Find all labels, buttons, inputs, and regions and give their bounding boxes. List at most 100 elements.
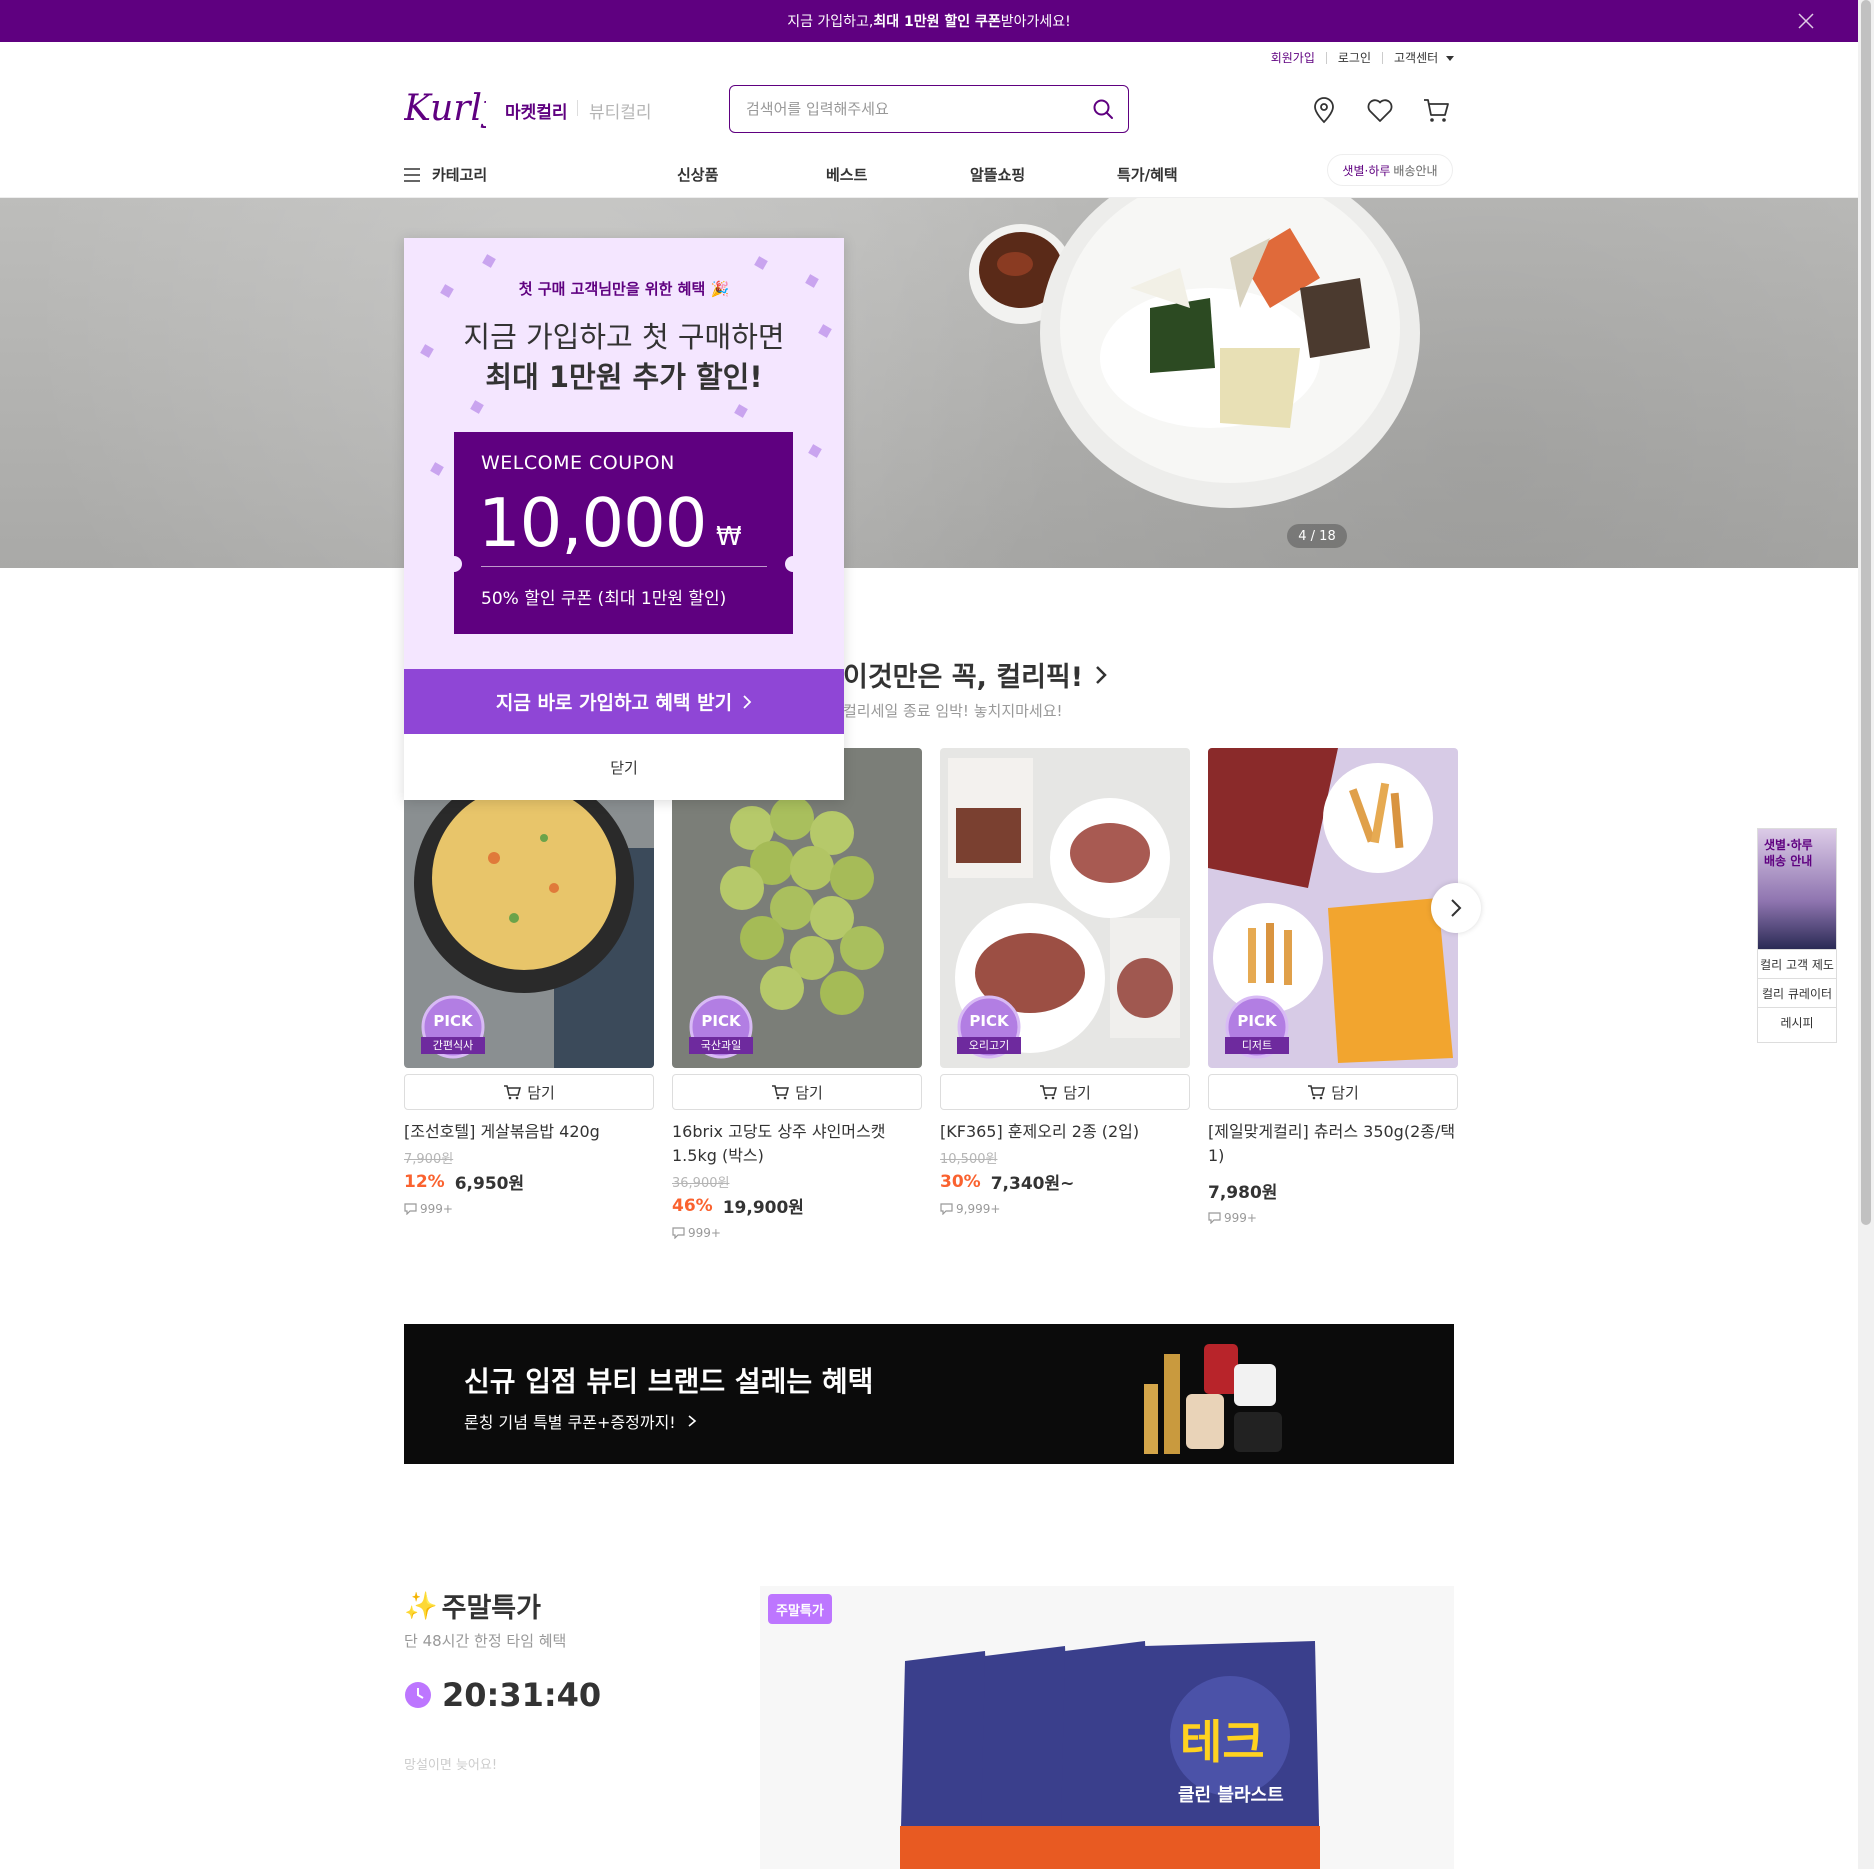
beauty-promo-banner[interactable]: 신규 입점 뷰티 브랜드 설레는 혜택 론칭 기념 특별 쿠폰+증정까지! (404, 1324, 1454, 1464)
speech-bubble-icon (940, 1203, 953, 1215)
add-to-cart-label: 담기 (1331, 1083, 1359, 1102)
product-name[interactable]: [조선호텔] 게살볶음밥 420g (404, 1120, 654, 1144)
speech-bubble-icon (1208, 1212, 1221, 1224)
chevron-right-icon (688, 1415, 697, 1427)
original-price: 36,900원 (672, 1176, 730, 1191)
side-link-customer-benefits[interactable]: 컬리 고객 제도 (1758, 949, 1836, 978)
heart-icon[interactable] (1365, 95, 1395, 125)
top-promo-banner[interactable]: 지금 가입하고, 최대 1만원 할인 쿠폰 받아가세요! (0, 0, 1858, 42)
chevron-right-icon (743, 694, 752, 709)
pick-badge-tag: 디저트 (1241, 1039, 1273, 1052)
add-to-cart-button[interactable]: 담기 (404, 1074, 654, 1110)
pick-badge-label: PICK (433, 1012, 473, 1030)
original-price: 7,900원 (404, 1152, 454, 1167)
beauty-banner-subtitle: 론칭 기념 특별 쿠폰+증정까지! (464, 1409, 697, 1433)
beauty-banner-title: 신규 입점 뷰티 브랜드 설레는 혜택 (464, 1365, 874, 1398)
weekend-section-title: ✨ 주말특가 (404, 1586, 541, 1625)
price-row: 30% 7,340원~ (940, 1169, 1190, 1195)
review-count: 999+ (404, 1202, 654, 1216)
review-count: 9,999+ (940, 1202, 1190, 1216)
side-delivery-image[interactable]: 샛별·하루 배송 안내 (1758, 829, 1836, 949)
confetti (482, 254, 496, 268)
product-card[interactable]: PICK 국산과일 담기 16brix 고당도 상주 샤인머스캣 1.5kg (… (672, 748, 922, 1240)
detergent-line-text: 클린 블라스트 (1178, 1785, 1284, 1806)
popup-close-button[interactable]: 닫기 (404, 734, 844, 800)
tab-market-kurly[interactable]: 마켓컬리 (505, 98, 568, 123)
speech-bubble-icon (672, 1227, 685, 1239)
countdown-timer: 20:31:40 (404, 1676, 601, 1714)
cart-icon (1040, 1085, 1058, 1100)
product-image[interactable]: PICK 오리고기 (940, 748, 1190, 1068)
chevron-right-icon (1096, 665, 1107, 684)
pick-badge-tag: 간편식사 (432, 1039, 474, 1052)
location-pin-icon[interactable] (1309, 95, 1339, 125)
detergent-brand-text: 테크 (1180, 1715, 1265, 1769)
weekend-note: 망설이면 늦어요! (404, 1758, 498, 1773)
review-count: 999+ (1208, 1211, 1458, 1225)
tab-beauty-kurly[interactable]: 뷰티컬리 (589, 98, 652, 123)
weekend-title-text: 주말특가 (441, 1593, 541, 1624)
product-card[interactable]: PICK 오리고기 담기 [KF365] 훈제오리 2종 (2입) 10,500… (940, 748, 1190, 1216)
weekend-subtitle: 단 48시간 한정 타임 혜택 (404, 1632, 567, 1650)
pick-badge-label: PICK (969, 1012, 1009, 1030)
kurly-logo[interactable]: Kurly (404, 84, 486, 132)
signup-benefit-label: 지금 바로 가입하고 혜택 받기 (495, 692, 733, 714)
beauty-banner-subtitle-text: 론칭 기념 특별 쿠폰+증정까지! (464, 1413, 676, 1432)
nav-new-products[interactable]: 신상품 (677, 164, 718, 185)
add-to-cart-label: 담기 (1063, 1083, 1091, 1102)
sale-price: 6,950원 (454, 1174, 525, 1194)
weekend-product-card[interactable]: 주말특가 테크 클린 블라스트 (760, 1586, 1454, 1869)
cosmetics-image (1144, 1344, 1282, 1454)
review-count-text: 999+ (1224, 1211, 1257, 1225)
cart-icon (504, 1085, 522, 1100)
product-name[interactable]: 16brix 고당도 상주 샤인머스캣 1.5kg (박스) (672, 1120, 922, 1168)
scrollbar-thumb[interactable] (1861, 0, 1871, 1225)
sale-price: 7,980원 (1208, 1183, 1278, 1203)
coupon-currency: ₩ (716, 522, 742, 552)
product-card[interactable]: PICK 간편식사 담기 [조선호텔] 게살볶음밥 420g 7,900원 12… (404, 748, 654, 1216)
top-banner-text-prefix: 지금 가입하고, (787, 14, 874, 30)
picks-title-text: 이것만은 꼭, 컬리픽! (843, 662, 1084, 693)
tab-divider (577, 100, 578, 116)
picks-section-title[interactable]: 이것만은 꼭, 컬리픽! (843, 655, 1109, 694)
product-name[interactable]: [KF365] 훈제오리 2종 (2입) (940, 1120, 1190, 1144)
search-icon[interactable] (1092, 98, 1114, 120)
side-link-curator[interactable]: 컬리 큐레이터 (1758, 978, 1836, 1007)
hero-carousel[interactable]: 4 / 18 (0, 198, 1858, 568)
side-link-recipe[interactable]: 레시피 (1758, 1007, 1836, 1036)
signup-link[interactable]: 회원가입 (1260, 52, 1327, 64)
add-to-cart-button[interactable]: 담기 (1208, 1074, 1458, 1110)
review-count-text: 999+ (688, 1226, 721, 1240)
search-input[interactable] (744, 99, 1092, 119)
product-name[interactable]: [제일맞게컬리] 츄러스 350g(2종/택 1) (1208, 1120, 1458, 1168)
pick-badge-label: PICK (701, 1012, 741, 1030)
cart-icon[interactable] (1421, 95, 1451, 125)
customer-center-link[interactable]: 고객센터 (1383, 52, 1454, 64)
nav-thrifty-shopping[interactable]: 알뜰쇼핑 (970, 164, 1025, 185)
coupon-label: WELCOME COUPON (481, 452, 675, 474)
delivery-info-button[interactable]: 샛별·하루 배송안내 (1327, 154, 1453, 186)
product-image[interactable]: PICK 디저트 (1208, 748, 1458, 1068)
product-card[interactable]: PICK 디저트 담기 [제일맞게컬리] 츄러스 350g(2종/택 1) 7,… (1208, 748, 1458, 1225)
nav-best[interactable]: 베스트 (826, 164, 867, 185)
sparkles-icon: ✨ (404, 1590, 438, 1622)
vertical-scrollbar[interactable] (1858, 0, 1874, 1869)
pick-badge-label: PICK (1237, 1012, 1277, 1030)
caret-down-icon (1446, 56, 1454, 61)
price-row: 46% 19,900원 (672, 1193, 922, 1219)
pick-badge-tag: 국산과일 (700, 1039, 742, 1052)
page: 지금 가입하고, 최대 1만원 할인 쿠폰 받아가세요! 회원가입 로그인 고객… (0, 0, 1858, 1869)
customer-center-label: 고객센터 (1394, 51, 1439, 65)
signup-benefit-button[interactable]: 지금 바로 가입하고 혜택 받기 (404, 669, 844, 734)
add-to-cart-button[interactable]: 담기 (940, 1074, 1190, 1110)
carousel-next-button[interactable] (1431, 883, 1481, 933)
nav-special-offers[interactable]: 특가/혜택 (1117, 164, 1178, 185)
chevron-right-icon (1451, 899, 1462, 917)
discount-rate: 46% (672, 1195, 713, 1216)
category-menu[interactable]: 카테고리 (404, 164, 487, 185)
login-link[interactable]: 로그인 (1327, 52, 1383, 64)
add-to-cart-button[interactable]: 담기 (672, 1074, 922, 1110)
top-banner-text-suffix: 받아가세요! (1000, 14, 1071, 30)
close-icon[interactable] (1796, 11, 1816, 31)
original-price: 10,500원 (940, 1152, 998, 1167)
